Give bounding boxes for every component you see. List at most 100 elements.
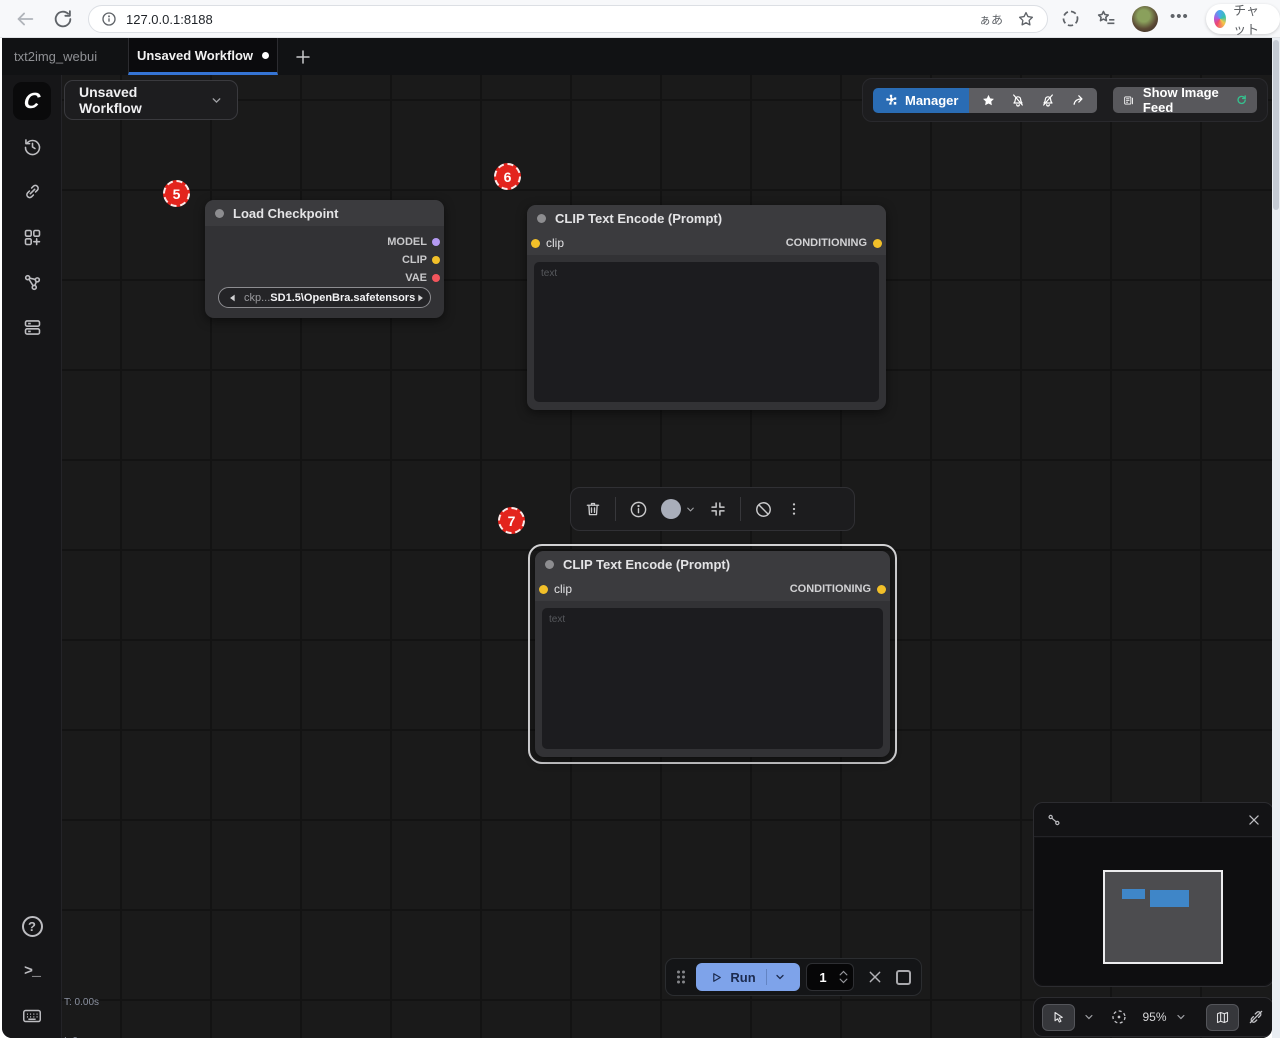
tool-chevron-icon[interactable] [1083,1011,1095,1023]
extensions-icon[interactable] [1060,8,1082,30]
load-checkpoint-node[interactable]: Load Checkpoint MODEL CLIP VAE ckp... SD… [205,200,444,318]
minimap-toggle-button[interactable] [1206,1004,1239,1031]
bell-slash-icon[interactable] [1003,88,1033,113]
workflows-icon[interactable] [2,308,62,346]
tab-txt2img-webui[interactable]: txt2img_webui [14,38,97,75]
play-icon [710,971,723,984]
reload-icon[interactable] [52,8,74,30]
ckpt-name-combo[interactable]: ckp... SD1.5\OpenBra.safetensors [218,287,431,308]
clip-text-encode-node-1[interactable]: CLIP Text Encode (Prompt) clip CONDITION… [527,205,886,410]
minimap-header [1034,803,1272,837]
show-image-feed-label: Show Image Feed [1143,85,1227,115]
combo-prev-icon[interactable] [228,293,238,303]
step-up-icon[interactable] [839,970,848,976]
cursor-icon [1051,1010,1066,1025]
collapse-dot[interactable] [537,214,546,223]
share-arrow-icon[interactable] [1063,88,1093,113]
run-options-chevron-icon[interactable] [774,971,786,983]
image-feed-icon [1123,93,1134,108]
url-text[interactable]: 127.0.0.1:8188 [126,12,979,27]
ime-indicator[interactable]: ぁあ [979,11,1003,28]
terminal-logs-icon[interactable]: >_ [2,952,62,990]
clip-input-dot[interactable] [531,239,540,248]
site-info-icon[interactable] [101,11,117,27]
copilot-chat-button[interactable]: チャット [1206,4,1280,34]
new-workflow-tab-button[interactable] [288,42,318,72]
collapse-dot[interactable] [545,560,554,569]
node-title: Load Checkpoint [233,206,338,221]
vae-slot-dot[interactable] [432,274,440,282]
zoom-level[interactable]: 95% [1142,1010,1166,1024]
run-control-bar: Run 1 [665,958,922,996]
annotation-badge-6: 6 [494,163,521,190]
minimap-close-icon[interactable] [1247,813,1261,827]
node-library-icon[interactable] [2,218,62,256]
address-bar[interactable]: 127.0.0.1:8188 ぁあ [88,5,1048,33]
minimap-viewport[interactable] [1103,870,1223,964]
minimap-canvas[interactable] [1035,838,1272,985]
prompt-textarea[interactable] [542,608,883,749]
drag-handle-icon[interactable] [675,969,687,985]
zoom-chevron-icon[interactable] [1175,1011,1187,1023]
puzzle-icon [884,93,898,107]
scrollbar-thumb[interactable] [1273,40,1279,210]
view-control-bar: 95% [1033,997,1272,1037]
queue-history-icon[interactable] [2,127,62,165]
node-selection-toolbar [570,487,855,531]
graph-canvas[interactable]: Unsaved Workflow Manager [62,75,1272,1038]
clip-slot-dot[interactable] [432,256,440,264]
clip-text-encode-node-2[interactable]: CLIP Text Encode (Prompt) clip CONDITION… [535,551,890,757]
manager-icon-strip [969,88,1097,113]
performance-stats: T: 0.00s I: 0 N: 2 [2] V: 2 FPS:138.89 [64,970,117,1038]
clip-input-dot[interactable] [539,585,548,594]
workflow-selector[interactable]: Unsaved Workflow [64,80,238,120]
step-down-icon[interactable] [839,978,848,984]
profile-avatar[interactable] [1132,6,1158,32]
node-header: Load Checkpoint [205,200,444,226]
run-button[interactable]: Run [696,963,800,991]
comfyui-logo[interactable]: C [13,82,51,120]
star-icon[interactable] [973,88,1003,113]
favorites-bar-icon[interactable] [1096,8,1118,30]
feed-toggle-icon [1235,92,1247,108]
model-library-icon[interactable] [2,263,62,301]
manager-button[interactable]: Manager [873,88,969,113]
minimap-nodes-icon [1046,812,1062,828]
back-icon[interactable] [14,8,36,30]
delete-node-icon[interactable] [584,500,602,518]
combo-next-icon[interactable] [415,293,425,303]
node-color-picker[interactable] [661,499,696,519]
show-image-feed-button[interactable]: Show Image Feed [1113,87,1257,113]
bypass-node-icon[interactable] [754,500,773,519]
batch-count-input[interactable]: 1 [806,963,854,991]
keyboard-shortcuts-icon[interactable] [2,997,62,1035]
node-title: CLIP Text Encode (Prompt) [555,211,722,226]
pointer-tool-button[interactable] [1042,1004,1075,1031]
output-clip: CLIP [205,251,444,269]
minimap-node-rect [1122,889,1145,899]
node-link-icon[interactable] [2,172,62,210]
favorite-star-icon[interactable] [1017,10,1035,28]
more-options-icon[interactable] [786,501,802,517]
ckpt-value: SD1.5\OpenBra.safetensors [270,292,415,304]
conditioning-output-dot[interactable] [873,239,882,248]
browser-scrollbar[interactable] [1272,38,1280,1038]
fit-view-icon[interactable] [1110,1008,1128,1026]
tab-unsaved-workflow[interactable]: Unsaved Workflow [128,38,278,75]
output-vae: VAE [205,269,444,287]
toggle-links-icon[interactable] [1247,1008,1265,1026]
browser-menu-icon[interactable]: ••• [1170,8,1189,25]
batch-count-steppers [839,970,853,984]
model-slot-dot[interactable] [432,238,440,246]
help-icon[interactable]: ? [2,907,62,945]
collapse-node-icon[interactable] [709,500,727,518]
manager-group: Manager [873,88,1097,113]
prompt-textarea[interactable] [534,262,879,402]
clear-queue-icon[interactable] [867,969,883,985]
conditioning-output-dot[interactable] [877,585,886,594]
stop-icon[interactable] [896,970,911,985]
collapse-dot[interactable] [215,209,224,218]
bell-slash-icon-2[interactable] [1033,88,1063,113]
node-info-icon[interactable] [629,500,648,519]
selection-outline: CLIP Text Encode (Prompt) clip CONDITION… [528,544,897,764]
